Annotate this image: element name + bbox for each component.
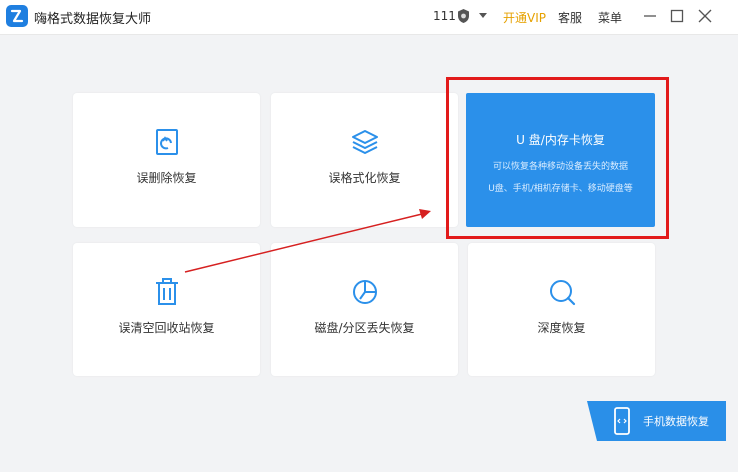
button-tail [587,401,597,441]
layers-icon [351,130,378,154]
file-restore-icon [155,129,178,155]
phone-icon [614,407,630,435]
close-icon[interactable] [695,6,715,26]
card-label: 误格式化恢复 [328,171,401,185]
minimize-icon[interactable] [640,6,660,26]
card-label: 误清空回收站恢复 [118,321,215,335]
card-label: 磁盘/分区丢失恢复 [314,321,415,335]
card-recycle-bin-recovery[interactable]: 误清空回收站恢复 [73,243,260,376]
highlight-box [446,77,669,239]
open-vip-link[interactable]: 开通VIP [503,9,546,26]
maximize-icon[interactable] [667,6,687,26]
chevron-down-icon[interactable] [479,13,487,18]
card-label: 误删除恢复 [136,171,197,185]
coin-count: 111 [433,9,456,23]
card-deep-recovery[interactable]: 深度恢复 [468,243,655,376]
card-format-recovery[interactable]: 误格式化恢复 [271,93,458,227]
shield-icon[interactable] [456,8,471,24]
pie-chart-icon [352,280,377,304]
phone-button-label: 手机数据恢复 [643,415,709,428]
title-bar: 嗨格式数据恢复大师 111 开通VIP 客服 菜单 [0,0,738,35]
search-icon [549,280,575,306]
card-deleted-recovery[interactable]: 误删除恢复 [73,93,260,227]
menu-link[interactable]: 菜单 [598,9,622,26]
app-title: 嗨格式数据恢复大师 [34,12,152,27]
phone-data-recovery-button[interactable]: 手机数据恢复 [587,401,726,441]
app-logo-icon [6,5,28,27]
trash-icon [155,278,178,305]
customer-service-link[interactable]: 客服 [558,9,582,26]
card-label: 深度恢复 [537,321,586,335]
card-partition-recovery[interactable]: 磁盘/分区丢失恢复 [271,243,458,376]
